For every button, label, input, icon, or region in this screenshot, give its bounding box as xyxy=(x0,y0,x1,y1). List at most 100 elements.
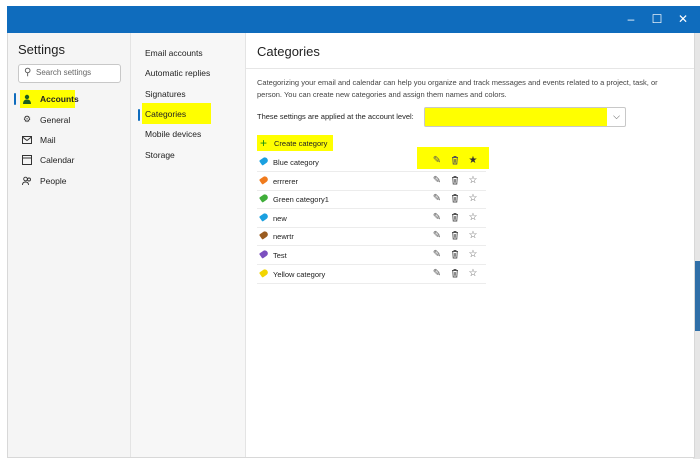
star-icon[interactable]: ☆ xyxy=(467,175,479,187)
selected-indicator xyxy=(138,109,140,121)
edit-icon[interactable]: ✎ xyxy=(431,193,443,205)
tag-icon xyxy=(259,174,269,185)
sidebar-item-mail[interactable]: Mail xyxy=(13,131,125,149)
settings-sidebar: Settings ⚲ Search settings Accounts ⚙ Ge… xyxy=(8,33,131,457)
sidebar-item-label: General xyxy=(40,115,71,125)
subnav-categories[interactable]: Categories xyxy=(137,103,241,124)
category-row: errrerer ✎ ☆ xyxy=(257,172,486,191)
gear-icon: ⚙ xyxy=(22,114,32,124)
page-title: Categories xyxy=(257,44,320,59)
tag-icon xyxy=(259,193,269,203)
edit-icon[interactable]: ✎ xyxy=(431,230,443,242)
edit-icon[interactable]: ✎ xyxy=(431,249,443,261)
category-actions: ✎ ☆ xyxy=(431,192,479,206)
search-icon: ⚲ xyxy=(24,67,32,78)
star-icon[interactable]: ☆ xyxy=(467,230,479,242)
subnav-label: Signatures xyxy=(145,89,186,99)
subnav-automatic-replies[interactable]: Automatic replies xyxy=(137,65,241,81)
category-actions: ✎ ☆ xyxy=(431,229,479,243)
maximize-button[interactable]: ☐ xyxy=(643,6,671,33)
settings-subnav: Email accounts Automatic replies Signatu… xyxy=(131,33,246,457)
category-name: Green category1 xyxy=(273,195,329,205)
sidebar-item-accounts[interactable]: Accounts xyxy=(13,90,125,108)
divider xyxy=(246,68,694,69)
people-icon xyxy=(22,176,31,186)
sidebar-item-label: Accounts xyxy=(40,94,79,104)
category-actions: ✎ ☆ xyxy=(431,211,479,225)
subnav-label: Storage xyxy=(145,150,175,160)
person-icon xyxy=(23,94,31,104)
categories-description: Categorizing your email and calendar can… xyxy=(257,78,658,99)
edit-icon[interactable]: ✎ xyxy=(431,212,443,224)
category-actions: ✎ ☆ xyxy=(431,174,479,188)
star-icon[interactable]: ☆ xyxy=(467,193,479,205)
category-name: errrerer xyxy=(273,176,299,186)
subnav-email-accounts[interactable]: Email accounts xyxy=(137,45,241,61)
categories-panel: Categories Categorizing your email and c… xyxy=(246,33,694,457)
sidebar-item-label: Mail xyxy=(40,135,56,145)
subnav-signatures[interactable]: Signatures xyxy=(137,86,241,102)
tag-icon xyxy=(259,249,269,259)
category-row: Test ✎ ☆ xyxy=(257,246,486,265)
chevron-down-icon: ⌵ xyxy=(613,111,620,121)
star-icon[interactable]: ☆ xyxy=(467,249,479,261)
subnav-label: Mobile devices xyxy=(145,129,202,139)
account-level-label: These settings are applied at the accoun… xyxy=(257,112,414,121)
title-bar: – ☐ ✕ xyxy=(7,6,700,33)
category-actions: ✎ ★ xyxy=(417,147,489,169)
settings-title: Settings xyxy=(18,42,65,57)
sidebar-item-calendar[interactable]: Calendar xyxy=(13,151,125,169)
category-actions: ✎ ☆ xyxy=(431,267,479,281)
tag-icon xyxy=(259,230,269,241)
delete-icon[interactable] xyxy=(449,212,461,224)
sidebar-item-general[interactable]: ⚙ General xyxy=(13,111,125,129)
create-category-label: Create category xyxy=(274,139,328,148)
edit-icon[interactable]: ✎ xyxy=(431,155,443,167)
account-dropdown-value xyxy=(425,108,607,126)
sidebar-item-label: People xyxy=(40,176,67,186)
category-name: Test xyxy=(273,251,287,260)
edit-icon[interactable]: ✎ xyxy=(431,175,443,187)
category-row: new ✎ ☆ xyxy=(257,209,486,228)
subnav-label: Email accounts xyxy=(145,48,203,58)
delete-icon[interactable] xyxy=(449,230,461,242)
star-icon[interactable]: ☆ xyxy=(467,212,479,224)
delete-icon[interactable] xyxy=(449,155,461,167)
close-button[interactable]: ✕ xyxy=(669,6,697,33)
sidebar-item-label: Calendar xyxy=(40,155,75,165)
mail-icon xyxy=(22,136,32,144)
create-category-button[interactable]: + Create category xyxy=(257,135,333,151)
delete-icon[interactable] xyxy=(449,249,461,261)
category-name: Yellow category xyxy=(273,269,326,279)
subnav-label: Categories xyxy=(145,109,187,119)
star-filled-icon[interactable]: ★ xyxy=(467,155,479,167)
category-row: Green category1 ✎ ☆ xyxy=(257,190,486,210)
category-name: newrtr xyxy=(273,232,294,242)
subnav-label: Automatic replies xyxy=(145,68,211,78)
delete-icon[interactable] xyxy=(449,193,461,205)
category-actions: ✎ ☆ xyxy=(431,248,479,262)
search-placeholder: Search settings xyxy=(36,68,92,77)
star-icon[interactable]: ☆ xyxy=(467,268,479,280)
sidebar-item-people[interactable]: People xyxy=(13,172,125,190)
category-row: newrtr ✎ ☆ xyxy=(257,227,486,247)
selected-indicator xyxy=(14,93,16,105)
tag-icon xyxy=(259,267,269,278)
category-row: Yellow category ✎ ☆ xyxy=(257,265,486,284)
settings-window: Settings ⚲ Search settings Accounts ⚙ Ge… xyxy=(7,33,695,458)
subnav-storage[interactable]: Storage xyxy=(137,147,241,163)
calendar-icon xyxy=(22,155,32,165)
edit-icon[interactable]: ✎ xyxy=(431,268,443,280)
tag-icon xyxy=(259,156,269,166)
category-row: Blue category ✎ ★ xyxy=(257,147,489,172)
category-name: new xyxy=(273,213,287,223)
account-dropdown[interactable]: ⌵ xyxy=(424,107,626,127)
category-name: Blue category xyxy=(273,158,319,167)
delete-icon[interactable] xyxy=(449,268,461,280)
minimize-button[interactable]: – xyxy=(617,6,645,33)
delete-icon[interactable] xyxy=(449,175,461,187)
plus-icon: + xyxy=(260,136,268,150)
subnav-mobile-devices[interactable]: Mobile devices xyxy=(137,126,241,142)
search-input[interactable]: ⚲ Search settings xyxy=(18,64,121,83)
tag-icon xyxy=(259,212,269,222)
